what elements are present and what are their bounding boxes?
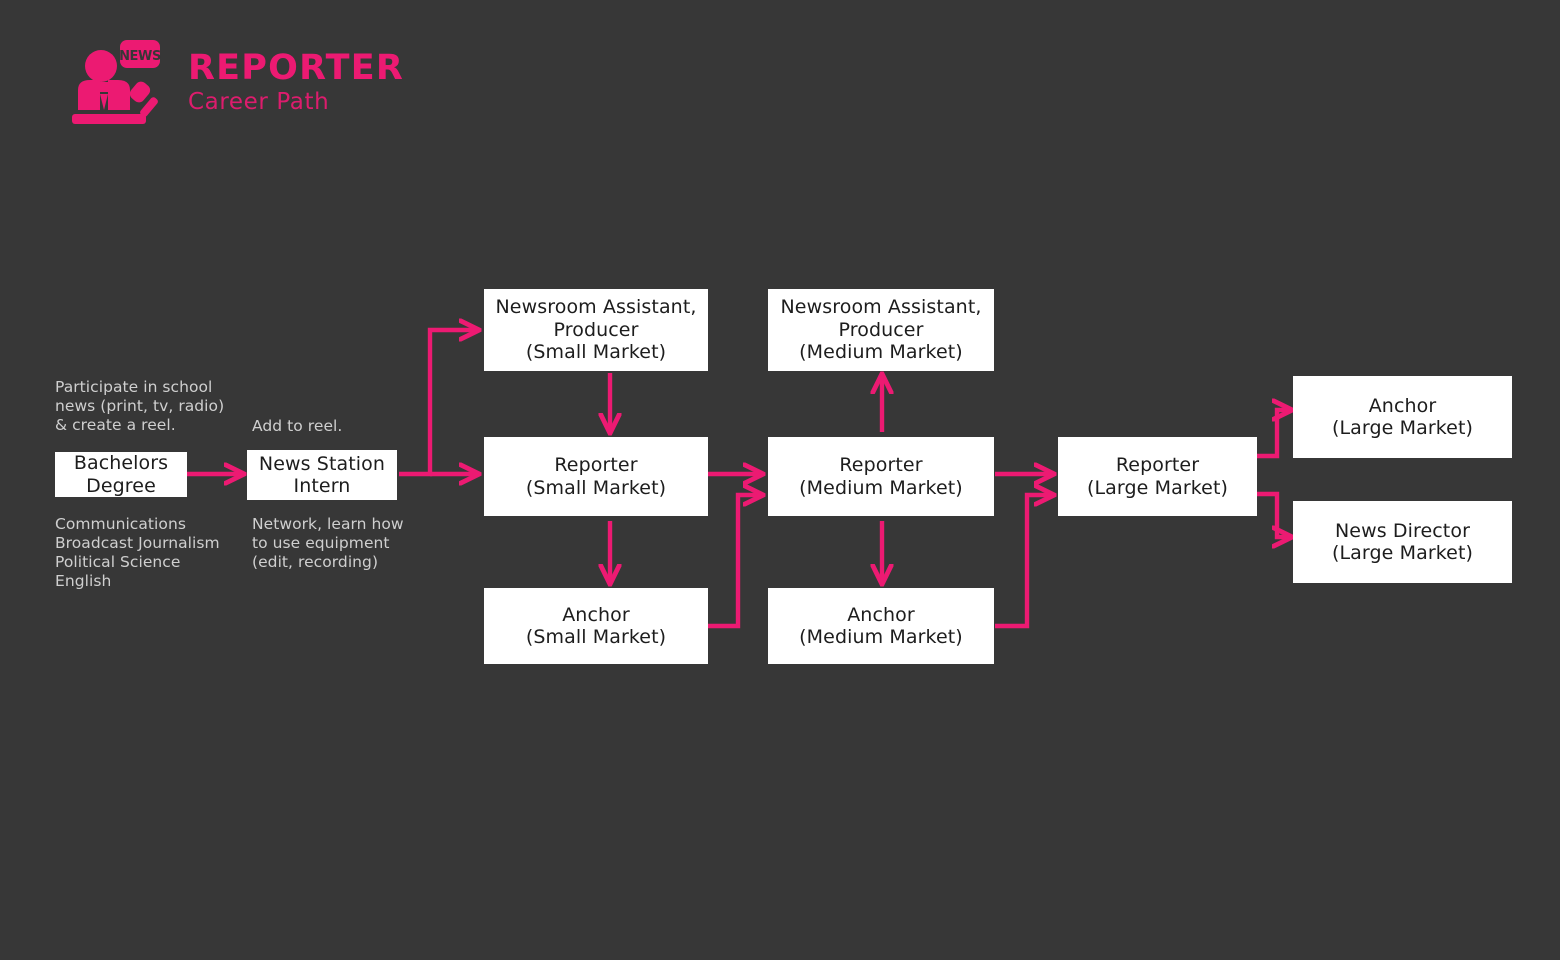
annotation-intern-notes: Network, learn how to use equipment (edi… (252, 515, 404, 571)
node-label: Anchor (Large Market) (1331, 394, 1474, 439)
node-reporter-large[interactable]: Reporter (Large Market) (1058, 437, 1257, 516)
node-bachelors-degree[interactable]: Bachelors Degree (55, 452, 187, 497)
node-label: Newsroom Assistant, Producer (Medium Mar… (780, 296, 982, 364)
node-label: Anchor (Small Market) (525, 603, 667, 648)
edge-reporter-large-to-news-director (1257, 491, 1291, 537)
node-label: News Director (Large Market) (1331, 519, 1474, 564)
edge-anchor-medium-to-reporter-large (995, 495, 1053, 629)
diagram-header: NEWS REPORTER Career Path (72, 38, 404, 126)
node-anchor-large[interactable]: Anchor (Large Market) (1293, 376, 1512, 458)
edge-reporter-large-to-anchor-large (1257, 410, 1291, 459)
node-reporter-medium[interactable]: Reporter (Medium Market) (768, 437, 994, 516)
node-label: Reporter (Large Market) (1086, 454, 1229, 499)
node-label: Anchor (Medium Market) (799, 603, 963, 648)
node-label: Bachelors Degree (73, 452, 169, 497)
page-title: REPORTER (188, 47, 404, 88)
node-news-director-large[interactable]: News Director (Large Market) (1293, 501, 1512, 583)
annotation-add-to-reel: Add to reel. (252, 417, 343, 435)
node-newsroom-assistant-small[interactable]: Newsroom Assistant, Producer (Small Mark… (484, 289, 708, 371)
career-path-diagram: NEWS REPORTER Career Path Bachelors Degr… (0, 0, 1560, 960)
edge-intern-to-newsroom-small (399, 330, 478, 477)
node-news-station-intern[interactable]: News Station Intern (247, 450, 397, 500)
svg-text:NEWS: NEWS (119, 49, 161, 64)
node-label: News Station Intern (258, 452, 386, 497)
node-anchor-medium[interactable]: Anchor (Medium Market) (768, 588, 994, 664)
news-anchor-icon: NEWS (72, 40, 161, 124)
node-label: Newsroom Assistant, Producer (Small Mark… (495, 296, 697, 364)
node-reporter-small[interactable]: Reporter (Small Market) (484, 437, 708, 516)
node-label: Reporter (Small Market) (525, 454, 667, 499)
edge-anchor-small-to-reporter-medium (708, 495, 762, 629)
node-newsroom-assistant-medium[interactable]: Newsroom Assistant, Producer (Medium Mar… (768, 289, 994, 371)
node-label: Reporter (Medium Market) (799, 454, 963, 499)
page-subtitle: Career Path (188, 88, 330, 115)
node-anchor-small[interactable]: Anchor (Small Market) (484, 588, 708, 664)
